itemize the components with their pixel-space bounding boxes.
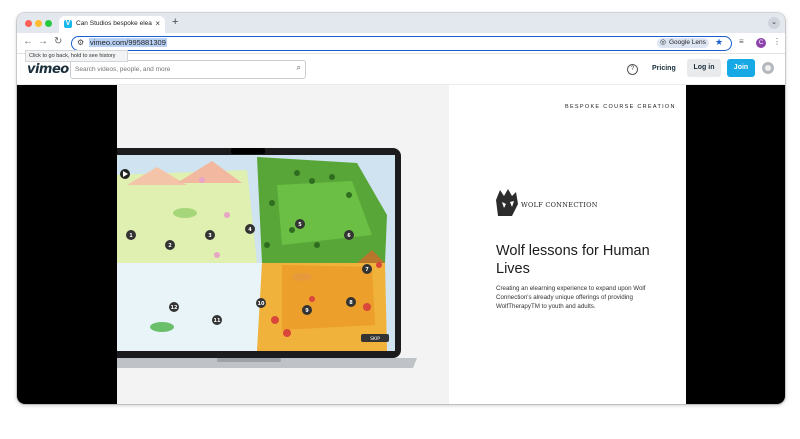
close-window-button[interactable]: [25, 20, 32, 27]
help-icon[interactable]: ?: [627, 64, 638, 75]
video-player[interactable]: 1 2 3 4 5 6 7 8 9 10 11 12 SKIP BESPOKE …: [17, 85, 785, 404]
back-arrow-icon[interactable]: ←: [23, 36, 33, 47]
pricing-link[interactable]: Pricing: [652, 65, 676, 72]
back-tooltip: Click to go back, hold to see history: [25, 50, 128, 62]
map-marker-3[interactable]: 3: [208, 233, 212, 239]
user-avatar[interactable]: [762, 62, 774, 74]
lens-label: Google Lens: [669, 39, 706, 46]
kicker-text: BESPOKE COURSE CREATION: [565, 104, 676, 110]
map-marker-1[interactable]: 1: [129, 233, 133, 239]
map-marker-2[interactable]: 2: [168, 243, 172, 249]
map-marker-10[interactable]: 10: [258, 301, 265, 307]
forward-arrow-icon[interactable]: →: [38, 36, 48, 47]
join-button[interactable]: Join: [727, 59, 755, 77]
map-marker-5[interactable]: 5: [298, 222, 302, 228]
map-marker-6[interactable]: 6: [347, 233, 351, 239]
media-control-icon[interactable]: ≡: [739, 37, 744, 46]
profile-avatar[interactable]: C: [756, 38, 766, 48]
site-settings-icon[interactable]: ⚙: [77, 38, 84, 47]
address-bar: ← → ↻ ⚙ vimeo.com/995881309 ◎ Google Len…: [17, 33, 785, 54]
vimeo-favicon-icon: V: [64, 20, 72, 28]
reload-icon[interactable]: ↻: [54, 36, 62, 47]
vimeo-header: vimeo ⌕ ? Pricing Log in Join: [17, 54, 785, 85]
laptop-showcase: 1 2 3 4 5 6 7 8 9 10 11 12 SKIP: [101, 85, 449, 404]
search-icon[interactable]: ⌕: [297, 63, 301, 73]
map-marker-11[interactable]: 11: [214, 318, 221, 324]
lens-icon: ◎: [660, 39, 667, 46]
google-lens-button[interactable]: ◎ Google Lens: [657, 38, 709, 48]
browser-menu-icon[interactable]: ⋮: [773, 37, 781, 46]
zoom-window-button[interactable]: [45, 20, 52, 27]
description-text: Creating an elearning experience to expa…: [496, 285, 646, 310]
minimize-window-button[interactable]: [35, 20, 42, 27]
laptop-map-illustration: 1 2 3 4 5 6 7 8 9 10 11 12 SKIP: [101, 148, 417, 368]
course-info-panel: BESPOKE COURSE CREATION WOLF CONNECTION …: [449, 85, 686, 404]
tab-search-chevron-icon[interactable]: ⌄: [768, 17, 780, 29]
skip-button[interactable]: SKIP: [370, 336, 380, 342]
tab-bar: V Can Studios bespoke elearni × + ⌄: [17, 13, 785, 33]
url-text[interactable]: vimeo.com/995881309: [89, 38, 167, 47]
map-marker-12[interactable]: 12: [171, 305, 178, 311]
map-marker-7[interactable]: 7: [365, 267, 369, 273]
wolf-head-icon: [496, 189, 518, 216]
browser-window: V Can Studios bespoke elearni × + ⌄ ← → …: [17, 13, 785, 404]
browser-tab[interactable]: V Can Studios bespoke elearni ×: [59, 16, 165, 33]
vimeo-logo[interactable]: vimeo: [27, 62, 69, 77]
headline: Wolf lessons for Human Lives: [496, 243, 650, 277]
search-box: ⌕: [70, 60, 306, 79]
new-tab-button[interactable]: +: [172, 16, 178, 28]
tab-title: Can Studios bespoke elearni: [76, 20, 152, 27]
map-marker-4[interactable]: 4: [248, 227, 252, 233]
map-marker-9[interactable]: 9: [305, 308, 309, 314]
tab-close-icon[interactable]: ×: [155, 19, 160, 28]
bookmark-star-icon[interactable]: ★: [715, 37, 723, 48]
wolf-connection-logo: WOLF CONNECTION: [521, 201, 598, 209]
login-button[interactable]: Log in: [687, 59, 721, 77]
search-input[interactable]: [75, 63, 285, 75]
map-marker-8[interactable]: 8: [349, 300, 353, 306]
url-input[interactable]: ⚙ vimeo.com/995881309 ◎ Google Lens ★: [71, 36, 732, 51]
